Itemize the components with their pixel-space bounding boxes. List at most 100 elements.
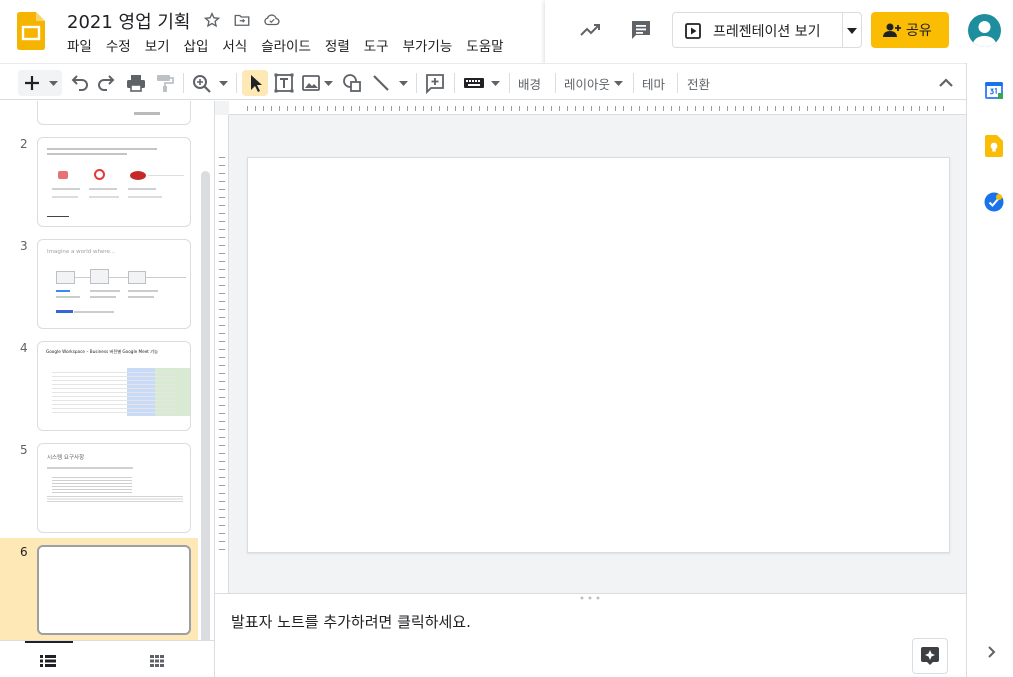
zoom-button[interactable] [191,71,231,95]
thumb-text-block [47,496,183,502]
thumb-text-line [90,296,116,298]
present-play-icon [684,22,702,40]
thumb-caption-line [134,112,160,115]
layout-button[interactable]: 레이아웃 [564,74,610,93]
filmstrip-view-bar [0,640,214,677]
slide-canvas-area [215,101,966,593]
theme-button[interactable]: 테마 [642,74,665,93]
thumb-text-line [89,188,117,190]
slide-number: 2 [20,137,28,151]
text-box-icon[interactable] [273,71,295,95]
thumb-table-column [175,368,190,416]
explore-button[interactable] [912,638,948,674]
slide-thumbnail-4[interactable]: Google Workspace – Business 버전별 Google M… [37,341,191,431]
thumb-box [90,269,109,284]
thumb-text-line [56,290,70,292]
menu-addons[interactable]: 부가기능 [396,37,460,57]
menu-slide[interactable]: 슬라이드 [254,37,318,57]
line-button[interactable] [370,71,410,95]
zoom-icon [191,71,213,95]
background-button[interactable]: 배경 [518,74,541,93]
layout-dropdown-icon[interactable] [614,81,623,86]
image-dropdown-icon [324,81,333,86]
thumb-text-line [47,148,157,150]
toolbar: 배경 레이아웃 테마 전환 [0,63,966,100]
slide-thumbnail-6[interactable] [37,545,191,635]
menu-format[interactable]: 서식 [215,37,254,57]
menu-insert[interactable]: 삽입 [177,37,216,57]
thumb-graphic [109,277,128,278]
undo-icon[interactable] [68,71,90,95]
notes-resize-handle[interactable] [580,596,600,600]
select-cursor-icon[interactable] [242,70,268,96]
keep-notes-icon[interactable] [985,135,1003,157]
cloud-saved-icon[interactable] [263,11,281,29]
thumb-text-line [56,310,73,313]
present-dropdown-icon[interactable] [847,28,857,34]
insert-image-button[interactable] [301,71,335,95]
toolbar-divider [236,73,237,93]
paint-format-icon[interactable] [154,71,176,95]
star-icon[interactable] [203,11,221,29]
filmstrip-scrollbar[interactable] [201,171,210,643]
line-dropdown-icon [399,81,408,86]
active-view-indicator [25,641,73,643]
tasks-icon[interactable] [984,192,1004,212]
thumb-text-line [128,188,156,190]
thumb-graphic [130,171,146,180]
thumb-text-line [56,296,80,298]
slide-thumbnail-2[interactable] [37,137,191,227]
add-comment-icon[interactable] [424,71,446,95]
slide-thumbnail-1[interactable] [37,101,191,125]
shape-icon[interactable] [341,71,363,95]
menu-file[interactable]: 파일 [60,37,99,57]
move-folder-icon[interactable] [233,11,251,29]
menu-view[interactable]: 보기 [138,37,177,57]
new-slide-dropdown-icon[interactable] [49,81,58,86]
activity-trend-icon[interactable] [578,18,602,42]
account-avatar[interactable] [968,14,1001,47]
menu-arrange[interactable]: 정렬 [318,37,357,57]
present-button[interactable]: 프레젠테이션 보기 [672,12,862,48]
line-icon [370,71,392,95]
toolbar-divider [454,73,455,93]
toolbar-divider [677,73,678,93]
add-person-icon [882,22,902,38]
slide-thumbnail-5[interactable]: 시스템 요구사항 [37,443,191,533]
redo-icon[interactable] [96,71,118,95]
present-divider [842,13,843,47]
calendar-icon[interactable] [984,80,1004,100]
speaker-notes-area[interactable]: 발표자 노트를 추가하려면 클릭하세요. [215,593,966,677]
zoom-dropdown-icon [219,81,228,86]
thumb-text-line [90,290,120,292]
toolbar-divider [416,73,417,93]
input-tools-button[interactable] [463,71,503,95]
side-panel [966,63,1013,677]
filmstrip-view-icon[interactable] [40,655,56,667]
comment-history-icon[interactable] [629,18,653,42]
thumb-table-rows [52,372,176,414]
app-header: 2021 영업 기획 파일 수정 보기 삽입 서식 슬라이드 정렬 도구 부가기… [0,0,1013,63]
thumb-text-line [128,296,154,298]
thumb-graphic [94,169,105,180]
horizontal-ruler [229,101,966,115]
new-slide-button[interactable] [18,70,62,96]
document-title[interactable]: 2021 영업 기획 [67,8,191,34]
thumb-text-line [52,196,78,198]
transition-button[interactable]: 전환 [687,74,710,93]
thumb-text-line [52,188,80,190]
slide-thumbnail-3[interactable]: Imagine a world where... [37,239,191,329]
grid-view-icon[interactable] [150,655,164,667]
share-button[interactable]: 공유 [871,12,949,48]
menu-tools[interactable]: 도구 [357,37,396,57]
menu-help[interactable]: 도움말 [459,37,510,57]
slides-logo-icon[interactable] [17,12,45,50]
current-slide[interactable] [247,157,950,553]
ruler-ticks [247,106,951,111]
menu-edit[interactable]: 수정 [99,37,138,57]
collapse-menus-icon[interactable] [936,71,956,95]
speaker-notes-placeholder[interactable]: 발표자 노트를 추가하려면 클릭하세요. [231,611,471,632]
expand-panel-chevron-icon[interactable] [985,645,997,659]
print-icon[interactable] [125,71,147,95]
thumb-graphic [146,277,186,278]
